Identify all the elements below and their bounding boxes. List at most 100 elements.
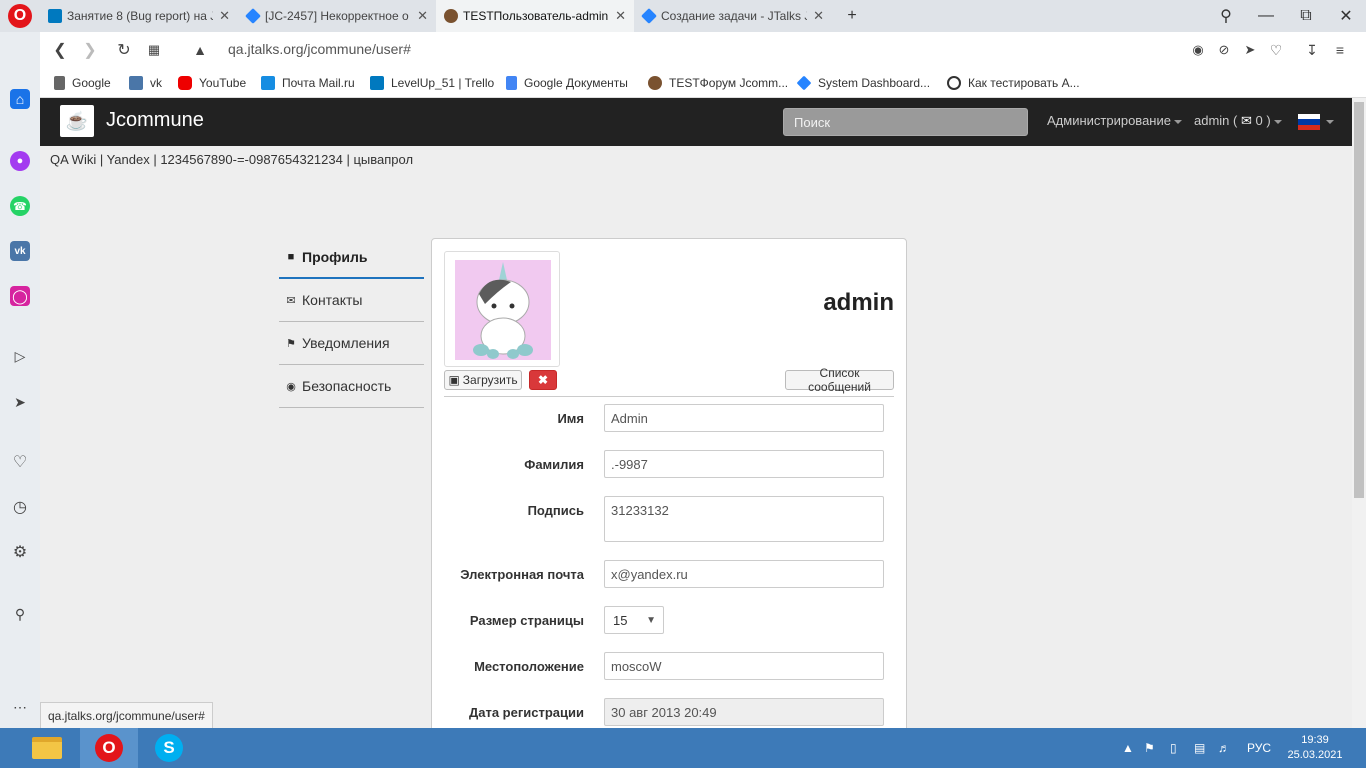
history-icon[interactable]: ◷ xyxy=(10,497,30,517)
lightbulb-icon[interactable]: ⚲ xyxy=(10,604,30,624)
first-name-input[interactable] xyxy=(604,404,884,432)
mail-icon xyxy=(261,76,275,90)
bookmark-vk[interactable]: vk xyxy=(129,75,162,91)
bookmark-google[interactable]: Google xyxy=(54,75,111,91)
nav-profile[interactable]: ■ Профиль xyxy=(279,236,424,279)
reload-icon[interactable]: ↻ xyxy=(114,40,134,60)
messages-list-button[interactable]: Список сообщений xyxy=(785,366,894,394)
page-size-select[interactable]: 15 ▼ xyxy=(604,606,664,634)
skype-icon: S xyxy=(155,734,183,762)
first-name-label: Имя xyxy=(557,411,584,426)
location-input[interactable] xyxy=(604,652,884,680)
menu-icon[interactable]: ≡ xyxy=(1330,40,1350,60)
bookmark-forum[interactable]: TESTФорум Jcomm... xyxy=(648,75,788,91)
block-icon[interactable]: ⊘ xyxy=(1214,40,1234,60)
openai-icon xyxy=(947,76,961,90)
address-bar: ❮ ❯ ↻ ▦ ▲ qa.jtalks.org/jcommune/user# ◉… xyxy=(40,32,1366,68)
vk-icon[interactable]: vk xyxy=(10,241,30,261)
jcommune-logo-icon[interactable]: ☕ xyxy=(60,105,94,137)
reg-date-label: Дата регистрации xyxy=(468,705,584,720)
profile-sidebar: ■ Профиль ✉ Контакты ⚑ Уведомления ◉ Безопас… xyxy=(279,236,424,408)
language-indicator[interactable]: РУС xyxy=(1247,728,1271,768)
bookmark-mail[interactable]: Почта Mail.ru xyxy=(261,75,355,91)
tab-2[interactable]: [JC-2457] Некорректное о ✕ xyxy=(238,0,436,32)
volume-icon[interactable]: ♬ xyxy=(1218,728,1230,768)
close-tab-icon[interactable]: ✕ xyxy=(813,8,824,24)
download-icon[interactable]: ↧ xyxy=(1302,40,1322,60)
upload-avatar-button[interactable]: ▣ Загрузить xyxy=(444,370,522,390)
jira-icon xyxy=(796,75,812,91)
maximize-icon[interactable]: ⧉ xyxy=(1286,0,1326,32)
signature-textarea[interactable]: 31233132 xyxy=(604,496,884,542)
clock[interactable]: 19:39 25.03.2021 xyxy=(1285,733,1345,763)
nav-contacts[interactable]: ✉ Контакты xyxy=(279,279,424,322)
bookmark-youtube[interactable]: YouTube xyxy=(178,75,246,91)
scrollbar-thumb[interactable] xyxy=(1354,102,1364,498)
chevron-down-icon[interactable] xyxy=(1326,120,1334,124)
email-input[interactable] xyxy=(604,560,884,588)
profile-panel: admin ▣ Загрузить ✖ Список сообщений Имя … xyxy=(431,238,907,728)
home-icon[interactable]: ⌂ xyxy=(10,89,30,109)
send-icon[interactable]: ➤ xyxy=(10,392,30,412)
bookmark-docs[interactable]: Google Документы xyxy=(506,75,628,91)
close-window-icon[interactable]: ✕ xyxy=(1326,0,1366,32)
player-icon[interactable]: ▷ xyxy=(10,346,30,366)
settings-icon[interactable]: ⚙ xyxy=(10,542,30,562)
forward-icon[interactable]: ❯ xyxy=(80,40,100,60)
instagram-icon[interactable]: ◯ xyxy=(10,286,30,306)
back-icon[interactable]: ❮ xyxy=(50,40,70,60)
new-tab-icon[interactable]: + xyxy=(832,0,872,32)
tab-4[interactable]: Создание задачи - JTalks J ✕ xyxy=(634,0,832,32)
bookmark-trello[interactable]: LevelUp_51 | Trello xyxy=(370,75,494,91)
last-name-input[interactable] xyxy=(604,450,884,478)
messenger-icon[interactable]: ● xyxy=(10,151,30,171)
tray-up-icon[interactable]: ▲ xyxy=(1122,728,1134,768)
page-content: ☕ Jcommune Администрирование admin ( ✉ 0… xyxy=(40,98,1352,728)
close-tab-icon[interactable]: ✕ xyxy=(219,8,230,24)
avatar-frame xyxy=(444,251,560,367)
admin-menu[interactable]: Администрирование xyxy=(1047,113,1182,128)
user-menu[interactable]: admin ( ✉ 0 ) xyxy=(1194,113,1282,129)
chevron-down-icon xyxy=(1173,119,1182,124)
network-icon[interactable]: ▤ xyxy=(1194,728,1205,768)
tab-1[interactable]: Занятие 8 (Bug report) на J ✕ xyxy=(40,0,238,32)
location-label: Местоположение xyxy=(474,659,584,674)
heart-icon[interactable]: ♡ xyxy=(10,452,30,472)
search-input[interactable] xyxy=(783,108,1028,136)
send-icon[interactable]: ➤ xyxy=(1240,40,1260,60)
username-heading: admin xyxy=(823,289,894,316)
nav-notifications[interactable]: ⚑ Уведомления xyxy=(279,322,424,365)
bookmarks-bar: Google vk YouTube Почта Mail.ru LevelUp_… xyxy=(40,68,1366,98)
last-name-label: Фамилия xyxy=(524,457,584,472)
brand-name[interactable]: Jcommune xyxy=(106,109,204,132)
close-tab-icon[interactable]: ✕ xyxy=(615,8,626,24)
signature-label: Подпись xyxy=(527,503,584,518)
url-field[interactable]: qa.jtalks.org/jcommune/user# xyxy=(228,41,411,57)
russia-flag-icon[interactable] xyxy=(1298,114,1320,131)
close-tab-icon[interactable]: ✕ xyxy=(417,8,428,24)
unicorn-avatar-icon xyxy=(455,260,551,360)
page-scrollbar[interactable] xyxy=(1352,98,1366,728)
tab-3-active[interactable]: TESTПользователь-admin ✕ xyxy=(436,0,634,32)
opera-logo-icon[interactable]: O xyxy=(8,4,32,28)
taskbar-skype[interactable]: S xyxy=(140,728,198,768)
bookmark-dashboard[interactable]: System Dashboard... xyxy=(796,75,930,91)
page-icon xyxy=(54,76,65,90)
file-explorer-icon[interactable] xyxy=(24,728,70,768)
heart-icon[interactable]: ♡ xyxy=(1266,40,1286,60)
taskbar-opera[interactable]: O xyxy=(80,728,138,768)
delete-avatar-button[interactable]: ✖ xyxy=(529,370,557,390)
camera-icon[interactable]: ◉ xyxy=(1188,40,1208,60)
tray-flag-icon[interactable]: ⚑ xyxy=(1144,728,1155,768)
bookmark-openai[interactable]: Как тестировать А... xyxy=(947,75,1080,91)
wiki-links[interactable]: QA Wiki | Yandex | 1234567890-=-09876543… xyxy=(50,152,413,167)
more-icon[interactable]: ⋯ xyxy=(10,697,30,717)
search-tabs-icon[interactable]: ⚲ xyxy=(1206,0,1246,32)
warning-icon[interactable]: ▲ xyxy=(190,40,210,60)
nav-security[interactable]: ◉ Безопасность xyxy=(279,365,424,408)
minimize-icon[interactable]: — xyxy=(1246,0,1286,32)
speed-dial-icon[interactable]: ▦ xyxy=(144,40,164,60)
whatsapp-icon[interactable]: ☎ xyxy=(10,196,30,216)
battery-icon[interactable]: ▯ xyxy=(1170,728,1177,768)
chevron-down-icon: ▼ xyxy=(646,615,656,626)
